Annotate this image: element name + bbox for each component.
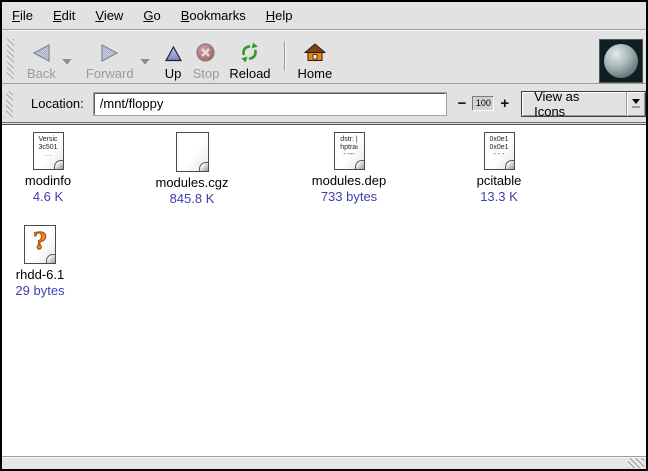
toolbar-separator [284, 41, 285, 71]
dropdown-arrow-bar [632, 106, 640, 108]
dropdown-arrow-icon [632, 99, 640, 104]
throbber-sphere-icon [604, 44, 638, 78]
file-name: modinfo [25, 173, 71, 188]
menu-bar: File Edit View Go Bookmarks Help [2, 2, 646, 30]
menu-go[interactable]: Go [133, 8, 170, 23]
page-fold [199, 162, 209, 172]
file-item-rhdd-6-1[interactable]: ? rhdd-6.1 29 bytes [2, 225, 78, 298]
file-manager-window: File Edit View Go Bookmarks Help Back [0, 0, 648, 471]
menu-bookmarks-rest: ookmarks [189, 8, 245, 23]
menu-view-mnemonic: V [95, 8, 103, 23]
menu-view-rest: iew [104, 8, 124, 23]
text-file-icon: Versic3c501. . [33, 132, 64, 170]
view-mode-label: View as Icons [522, 89, 626, 119]
file-name: rhdd-6.1 [16, 267, 64, 282]
reload-button-label: Reload [229, 66, 270, 81]
location-bar: Location: − 100 + View as Icons [2, 85, 646, 123]
menu-help-rest: elp [275, 8, 292, 23]
menu-file-rest: ile [20, 8, 33, 23]
file-item-modules-cgz[interactable]: modules.cgz 845.8 K [132, 132, 252, 206]
menu-help[interactable]: Help [256, 8, 303, 23]
forward-button[interactable]: Forward [81, 37, 139, 81]
zoom-out-button[interactable]: − [455, 95, 470, 112]
menu-go-mnemonic: G [143, 8, 153, 23]
location-bar-grip-handle[interactable] [6, 91, 13, 117]
stop-icon [195, 37, 216, 63]
file-name: modules.cgz [156, 175, 229, 190]
back-history-dropdown-icon[interactable] [62, 59, 72, 65]
file-preview-line: dstr: | [340, 136, 357, 143]
zoom-in-button[interactable]: + [497, 95, 512, 112]
menu-view[interactable]: View [85, 8, 133, 23]
forward-history-dropdown-icon[interactable] [140, 59, 150, 65]
file-size: 4.6 K [33, 189, 63, 204]
back-arrow-icon [30, 37, 52, 63]
resize-grip-handle[interactable] [628, 458, 644, 468]
location-input[interactable] [94, 93, 446, 115]
file-preview-line: 0x0e1 [489, 136, 508, 143]
file-preview-line: - --- [343, 151, 354, 158]
back-button-label: Back [27, 66, 56, 81]
up-arrow-icon [164, 37, 183, 63]
file-size: 29 bytes [15, 283, 64, 298]
file-preview-line: Versic [38, 136, 57, 143]
forward-arrow-icon [99, 37, 121, 63]
toolbar-grip-handle[interactable] [7, 39, 14, 79]
menu-edit-rest: dit [62, 8, 76, 23]
home-button[interactable]: Home [293, 37, 338, 81]
stop-button[interactable]: Stop [188, 37, 225, 81]
up-button[interactable]: Up [159, 37, 188, 81]
forward-button-label: Forward [86, 66, 134, 81]
file-preview-line: - - - [494, 151, 505, 158]
menu-bookmarks[interactable]: Bookmarks [171, 8, 256, 23]
blank-file-icon [176, 132, 209, 172]
icon-view-area[interactable]: Versic3c501. . modinfo 4.6 K modules.cgz… [2, 124, 646, 456]
menu-go-rest: o [153, 8, 160, 23]
location-label: Location: [31, 96, 84, 111]
file-preview-line: . . [45, 151, 51, 158]
menu-edit-mnemonic: E [53, 8, 62, 23]
file-preview-line: 3c501 [38, 144, 57, 151]
page-fold [54, 160, 64, 170]
home-button-label: Home [298, 66, 333, 81]
menu-file-mnemonic: F [12, 8, 20, 23]
reload-icon [239, 37, 260, 63]
page-fold [355, 160, 365, 170]
home-icon [304, 37, 326, 63]
page-fold [46, 254, 56, 264]
text-file-icon: dstr: |hptrai- --- [334, 132, 365, 170]
file-preview-line: 0x0e1 [489, 144, 508, 151]
file-item-pcitable[interactable]: 0x0e10x0e1- - - pcitable 13.3 K [439, 132, 559, 204]
unknown-file-icon: ? [24, 225, 56, 264]
file-size: 733 bytes [321, 189, 377, 204]
menu-edit[interactable]: Edit [43, 8, 85, 23]
view-mode-arrow-area [626, 92, 645, 116]
stop-button-label: Stop [193, 66, 220, 81]
menu-file[interactable]: File [2, 8, 43, 23]
file-name: modules.dep [312, 173, 386, 188]
reload-button[interactable]: Reload [224, 37, 275, 81]
file-name: pcitable [477, 173, 522, 188]
toolbar: Back Forward [2, 31, 646, 84]
text-file-icon: 0x0e10x0e1- - - [484, 132, 515, 170]
file-size: 13.3 K [480, 189, 518, 204]
file-item-modules-dep[interactable]: dstr: |hptrai- --- modules.dep 733 bytes [289, 132, 409, 204]
page-fold [505, 160, 515, 170]
menu-help-mnemonic: H [266, 8, 275, 23]
file-preview-line: hptrai [340, 144, 358, 151]
up-button-label: Up [165, 66, 182, 81]
zoom-level-indicator: 100 [472, 96, 494, 111]
back-button[interactable]: Back [22, 37, 61, 81]
view-mode-dropdown[interactable]: View as Icons [521, 91, 646, 117]
file-item-modinfo[interactable]: Versic3c501. . modinfo 4.6 K [6, 132, 90, 204]
status-bar [2, 456, 646, 469]
throbber-icon [599, 39, 643, 83]
file-size: 845.8 K [170, 191, 215, 206]
question-mark-glyph: ? [25, 228, 55, 256]
